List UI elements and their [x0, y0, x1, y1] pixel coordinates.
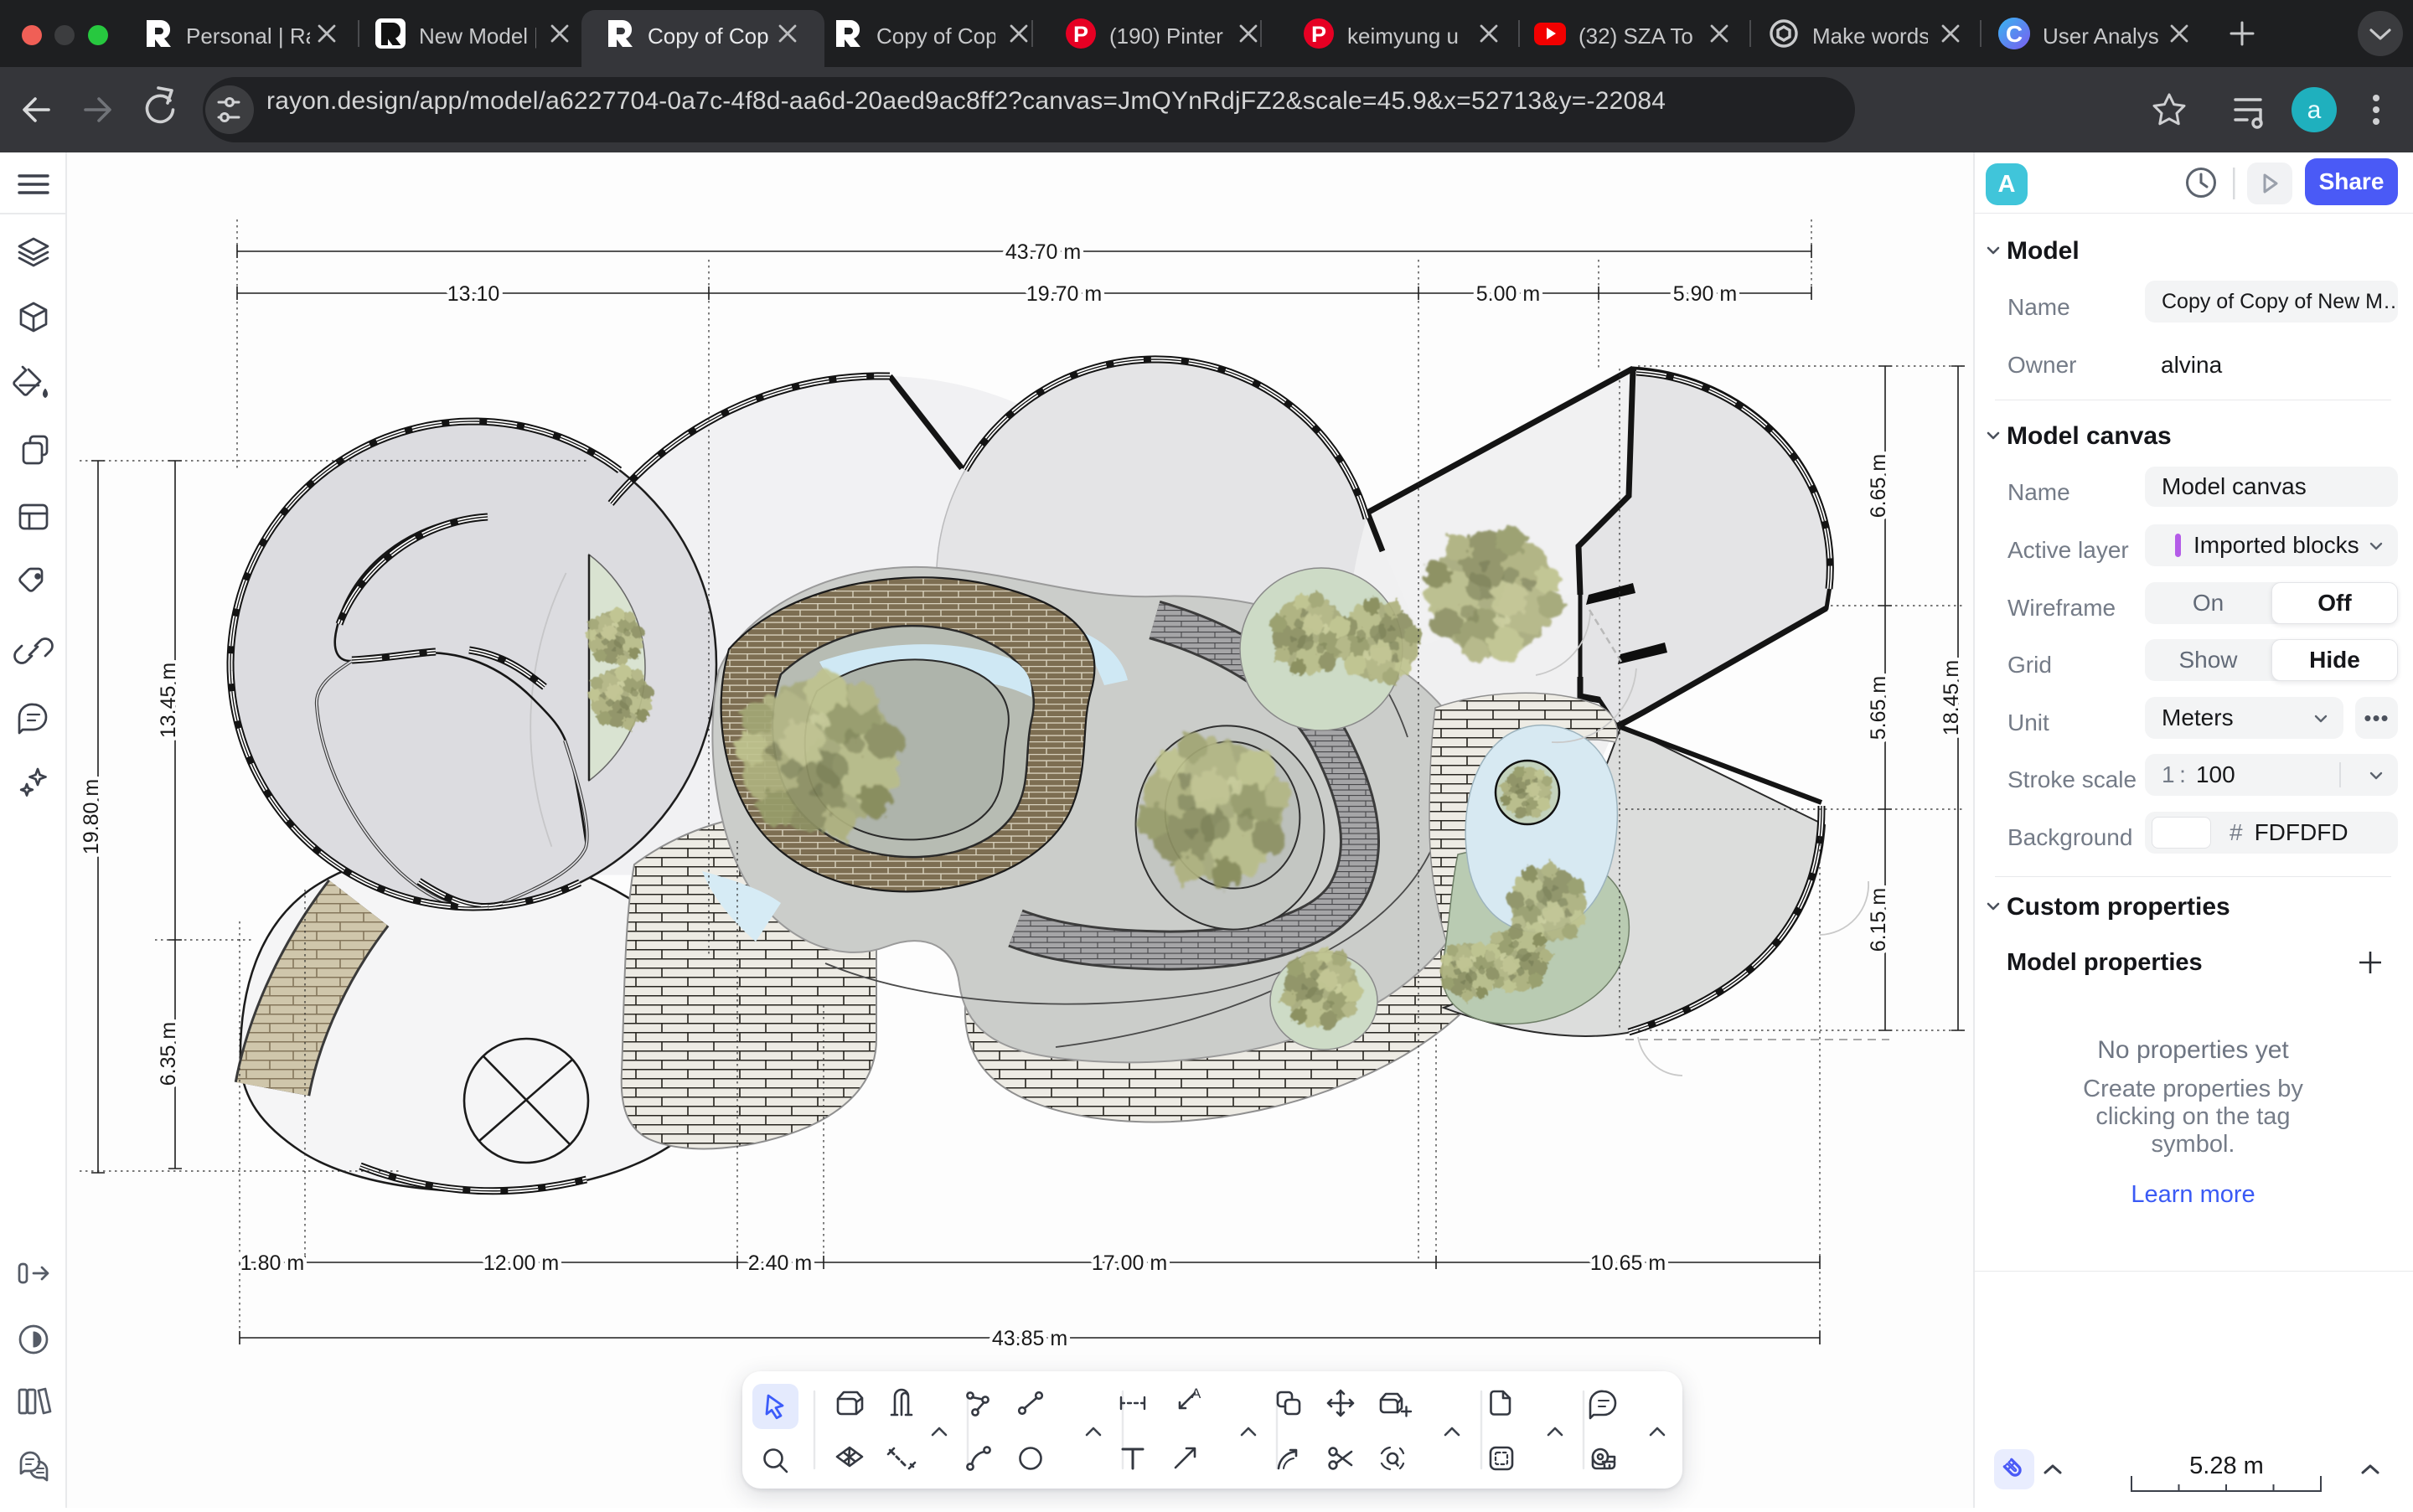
svg-text:10.65 m: 10.65 m	[1590, 1251, 1666, 1275]
svg-text:13.45 m: 13.45 m	[157, 663, 180, 738]
svg-text:6.15 m: 6.15 m	[1867, 888, 1890, 952]
svg-text:P: P	[1073, 22, 1088, 47]
svg-text:6.35 m: 6.35 m	[157, 1022, 180, 1086]
svg-text:17.00 m: 17.00 m	[1092, 1251, 1167, 1275]
svg-text:19.70 m: 19.70 m	[1026, 282, 1102, 306]
svg-text:5.00 m: 5.00 m	[1476, 282, 1540, 306]
svg-text:13.10: 13.10	[447, 282, 500, 306]
svg-text:12.00 m: 12.00 m	[483, 1251, 559, 1275]
svg-text:C: C	[2006, 21, 2023, 47]
svg-text:5.65 m: 5.65 m	[1867, 676, 1890, 740]
svg-text:5.90 m: 5.90 m	[1673, 282, 1737, 306]
svg-text:1.80 m: 1.80 m	[240, 1251, 304, 1275]
svg-text:19.80 m: 19.80 m	[80, 779, 103, 854]
svg-text:P: P	[1311, 22, 1326, 47]
svg-text:a: a	[2307, 96, 2322, 124]
svg-text:43.70 m: 43.70 m	[1005, 240, 1081, 264]
svg-text:2.40 m: 2.40 m	[748, 1251, 812, 1275]
svg-text:18.45 m: 18.45 m	[1940, 660, 1963, 735]
svg-text:43.85 m: 43.85 m	[992, 1327, 1067, 1350]
svg-text:A: A	[1191, 1386, 1201, 1401]
svg-text:6.65 m: 6.65 m	[1867, 454, 1890, 518]
